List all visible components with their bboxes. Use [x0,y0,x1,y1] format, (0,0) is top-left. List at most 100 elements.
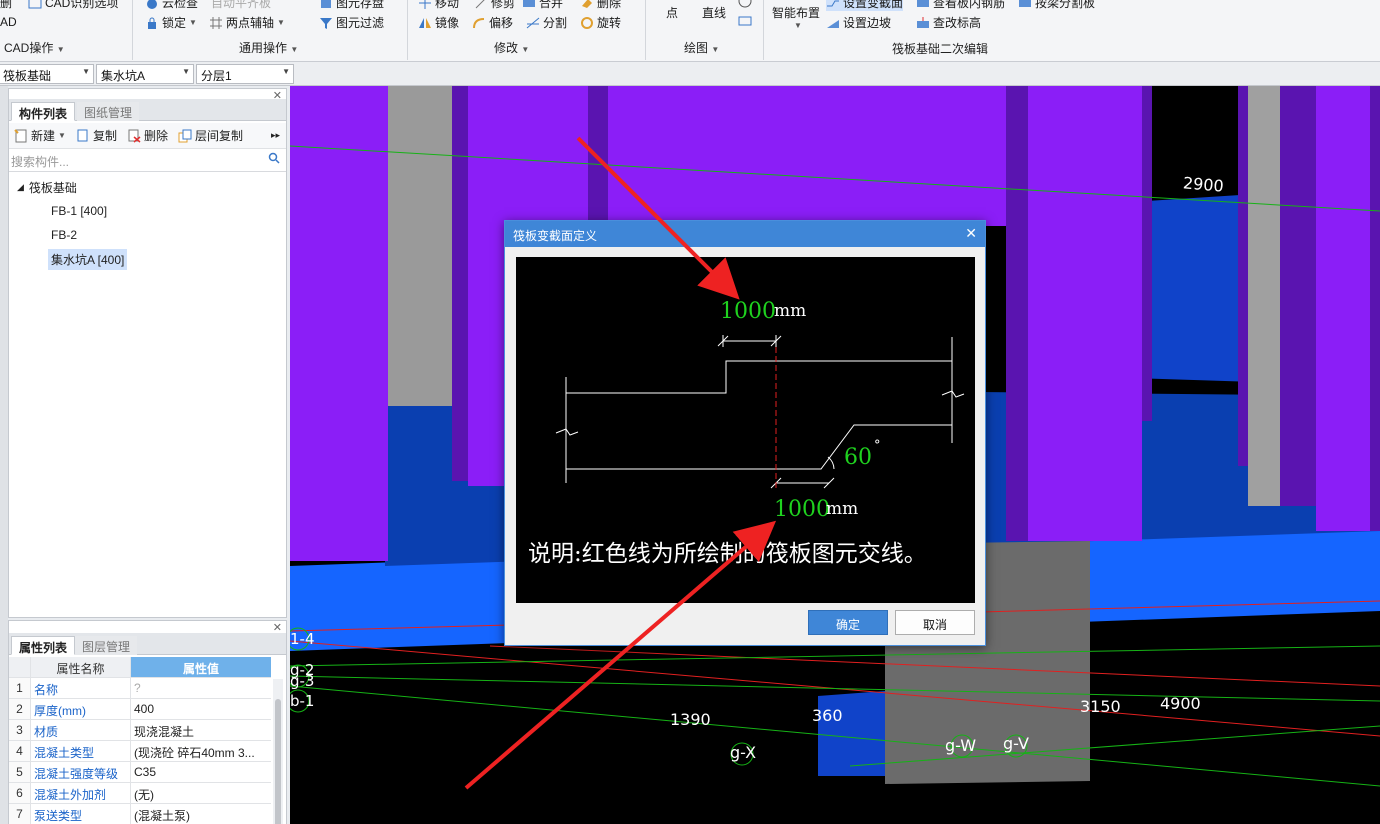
floor-copy-icon [178,129,192,143]
cad-options-button[interactable]: CAD识别选项 [28,0,118,11]
property-value[interactable]: 现浇混凝土 [131,720,271,740]
lock-icon [145,16,159,30]
rebar-icon [916,0,930,10]
ribbon-cut-label-2: AD [0,15,17,29]
tab-property-list[interactable]: 属性列表 [11,636,76,655]
delete-component-button[interactable]: 删除 [127,127,168,144]
trim-button[interactable]: 修剪 [474,0,515,11]
variable-section-dialog: 筏板变截面定义 ✕ 1000 mm 60 ° 1000 mm 说明:红色线为所绘… [504,220,986,646]
tree-item-fb2[interactable]: FB-2 [9,223,286,247]
property-name-header: 属性名称 [31,657,131,677]
left-panel: ✕ 构件列表 图纸管理 新建 ▼ 复制 删除 层间复制 ▸▸ 搜索构件... ◢ 筏… [0,86,290,824]
cancel-button[interactable]: 取消 [895,610,975,635]
edit-elevation-button[interactable]: 查改标高 [916,14,981,31]
row-number: 2 [9,699,31,719]
smart-layout-dropdown[interactable]: ▼ [794,21,802,30]
rotate-icon [580,16,594,30]
bottom-width-value: 1000 [774,497,830,522]
component-list-panel: ✕ 构件列表 图纸管理 新建 ▼ 复制 删除 层间复制 ▸▸ 搜索构件... ◢ 筏… [8,88,287,618]
purple-wall [1316,86,1370,531]
section-outline [555,335,965,489]
two-point-axis-button[interactable]: 两点辅轴 ▼ [209,14,285,31]
draw-arc-button[interactable] [738,0,752,8]
search-input[interactable]: 搜索构件... [9,150,286,172]
more-tools-button[interactable]: ▸▸ [271,130,280,141]
dialog-close-icon[interactable]: ✕ [965,225,977,242]
split-button[interactable]: 分割 [526,14,567,31]
set-variable-section-button[interactable]: 设置变截面 [826,0,904,11]
rotate-button[interactable]: 旋转 [580,14,621,31]
property-value-header: 属性值 [131,657,271,677]
top-width-unit: mm [774,301,806,321]
offset-button[interactable]: 偏移 [472,14,513,31]
move-button[interactable]: 移动 [418,0,459,11]
app-window: 删 CAD识别选项 AD CAD操作 ▼ 云检查 自动平齐板 图元存盘 锁定 ▼ … [0,0,1380,824]
smart-layout-button[interactable]: 智能布置 [772,4,820,21]
slope-icon [826,16,840,30]
purple-wall-side [452,86,468,481]
property-value[interactable]: ? [131,678,271,698]
ribbon-group-modify: 移动 修剪 合并 删除 镜像 偏移 分割 旋转 修改 ▼ [408,0,646,60]
property-row[interactable]: 1 名称? [9,678,271,699]
tab-drawing-management[interactable]: 图纸管理 [77,102,140,121]
property-row[interactable]: 4 混凝土类型 (现浇砼 碎石40mm 3... [9,741,271,762]
property-value[interactable]: 400 [131,699,271,719]
axis-label: b-1 [290,692,315,710]
set-slope-button[interactable]: 设置边坡 [826,14,891,31]
dimension-label: 1390 [670,710,711,729]
dimension-label: 360 [812,706,843,725]
mirror-button[interactable]: 镜像 [418,14,459,31]
element-filter-button[interactable]: 图元过滤 [319,14,384,31]
property-name: 材质 [31,720,131,740]
dimension-label: 3150 [1080,697,1121,716]
row-number-header [9,657,31,677]
property-scrollbar[interactable] [273,679,283,824]
layer-select[interactable]: 分层1 ▼ [196,64,294,84]
merge-button[interactable]: 合并 [522,0,563,11]
property-row[interactable]: 3 材质 现浇混凝土 [9,720,271,741]
save-element-button[interactable]: 图元存盘 [319,0,384,11]
auto-align-button[interactable]: 自动平齐板 [211,0,271,11]
ribbon-group-title-general[interactable]: 通用操作 ▼ [239,39,298,56]
tree-item-sump-a[interactable]: 集水坑A [400] [9,247,286,271]
axis-label: g-W [945,736,977,755]
copy-button[interactable]: 复制 [76,127,117,144]
purple-wall-side [1370,86,1380,531]
ribbon-group-title-draw[interactable]: 绘图 ▼ [684,39,719,56]
tab-component-list[interactable]: 构件列表 [11,102,76,121]
property-value[interactable]: (混凝土泵) [131,804,271,824]
tree-root[interactable]: ◢ 筏板基础 [9,175,286,199]
property-value[interactable]: C35 [131,762,271,782]
scrollbar-thumb[interactable] [275,699,281,824]
new-button[interactable]: 新建 ▼ [14,127,66,144]
delete-button[interactable]: 删除 [580,0,621,11]
copy-between-floors-button[interactable]: 层间复制 [178,127,243,144]
property-row[interactable]: 2 厚度(mm) 400 [9,699,271,720]
property-value[interactable]: (无) [131,783,271,803]
lock-button[interactable]: 锁定 ▼ [145,14,197,31]
axis-label: g-V [1003,734,1029,753]
expand-arrow-icon[interactable]: ◢ [17,182,24,193]
component-toolbar: 新建 ▼ 复制 删除 层间复制 ▸▸ [9,123,286,149]
ribbon-group-title-cad[interactable]: CAD操作 ▼ [4,39,65,56]
draw-point-button[interactable]: 点 [666,4,678,21]
ok-button[interactable]: 确定 [808,610,888,635]
ribbon-group-title-modify[interactable]: 修改 ▼ [494,39,529,56]
tab-layer-management[interactable]: 图层管理 [75,636,138,655]
property-row[interactable]: 7 泵送类型 (混凝土泵) [9,804,271,824]
view-rebar-button[interactable]: 查看板内钢筋 [916,0,1005,11]
draw-rect-button[interactable] [738,14,752,28]
property-row[interactable]: 5 混凝土强度等级 C35 [9,762,271,783]
split-by-beam-button[interactable]: 按梁分割板 [1018,0,1095,11]
section-diagram-svg: 1000 mm 60 ° 1000 mm 说明:红色线为所绘制的筏板图元交线。 [528,299,965,567]
component-select[interactable]: 集水坑A ▼ [96,64,194,84]
property-name: 混凝土外加剂 [31,783,131,803]
draw-line-button[interactable]: 直线 [702,4,726,21]
property-row[interactable]: 6 混凝土外加剂 (无) [9,783,271,804]
type-select[interactable]: 筏板基础 ▼ [0,64,94,84]
ribbon-cut-label: 删 [0,0,13,10]
tree-item-fb1[interactable]: FB-1 [400] [9,199,286,223]
grid-axis-icon [209,16,223,30]
cloud-check-button[interactable]: 云检查 [145,0,198,11]
property-value[interactable]: (现浇砼 碎石40mm 3... [131,741,271,761]
